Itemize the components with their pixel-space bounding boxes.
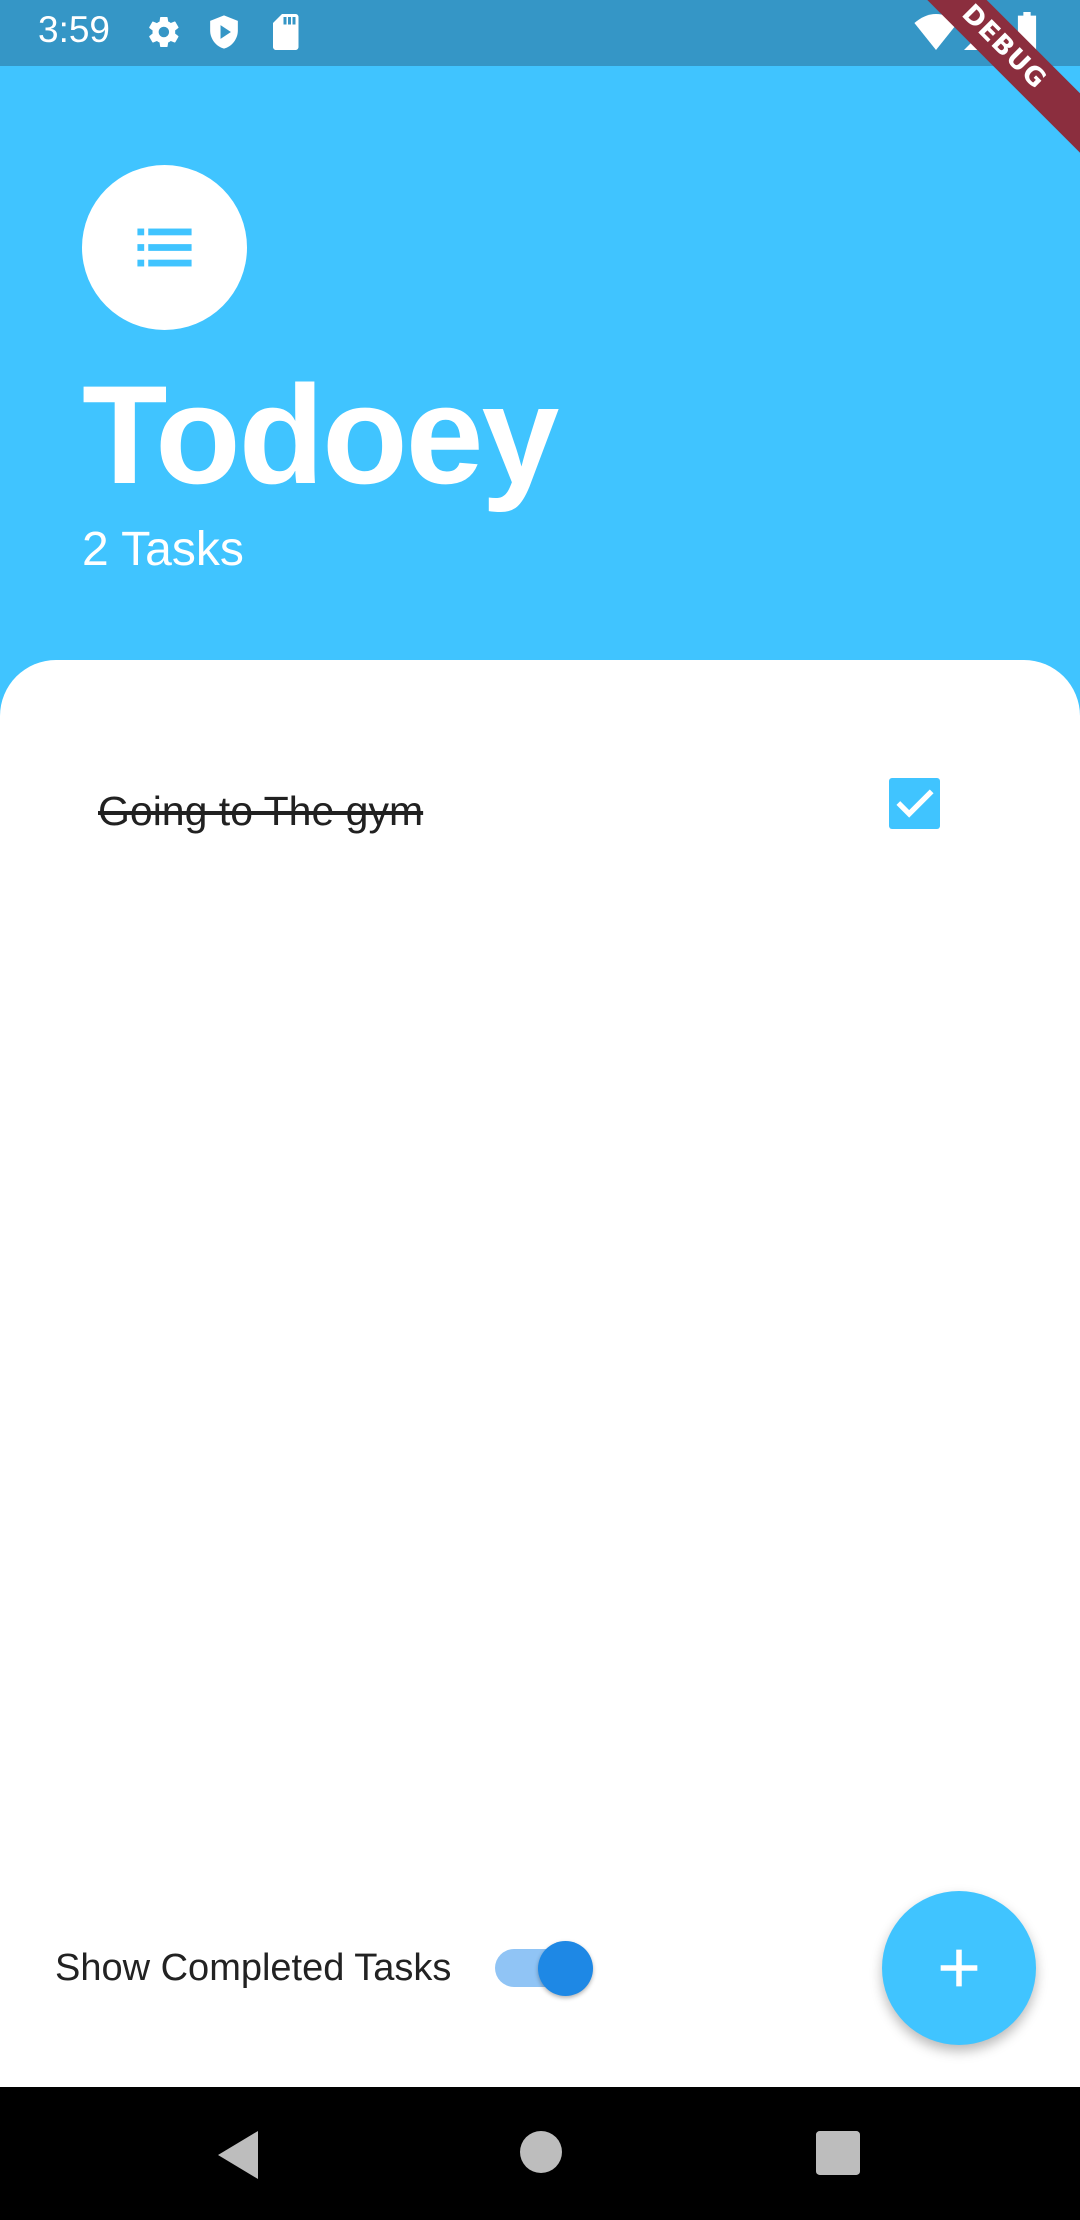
add-task-button[interactable] xyxy=(882,1891,1036,2045)
sd-card-icon xyxy=(270,14,300,55)
task-list-panel: Going to The gym Show Completed Tasks xyxy=(0,660,1080,2087)
recents-icon[interactable] xyxy=(816,2131,860,2180)
navigation-bar xyxy=(0,2087,1080,2220)
show-completed-label: Show Completed Tasks xyxy=(55,1947,452,1989)
play-shield-icon xyxy=(207,14,241,55)
app-title: Todoey xyxy=(82,356,559,513)
status-bar: 3:59 xyxy=(0,0,1080,66)
task-count: 2 Tasks xyxy=(82,523,244,576)
task-label: Going to The gym xyxy=(98,788,424,834)
back-icon[interactable] xyxy=(218,2131,262,2184)
toggle-thumb[interactable] xyxy=(538,1941,593,1996)
app-logo xyxy=(82,165,247,330)
task-checkbox[interactable] xyxy=(889,778,940,829)
gear-icon xyxy=(146,14,182,55)
status-time: 3:59 xyxy=(38,9,111,50)
home-icon[interactable] xyxy=(520,2131,562,2178)
